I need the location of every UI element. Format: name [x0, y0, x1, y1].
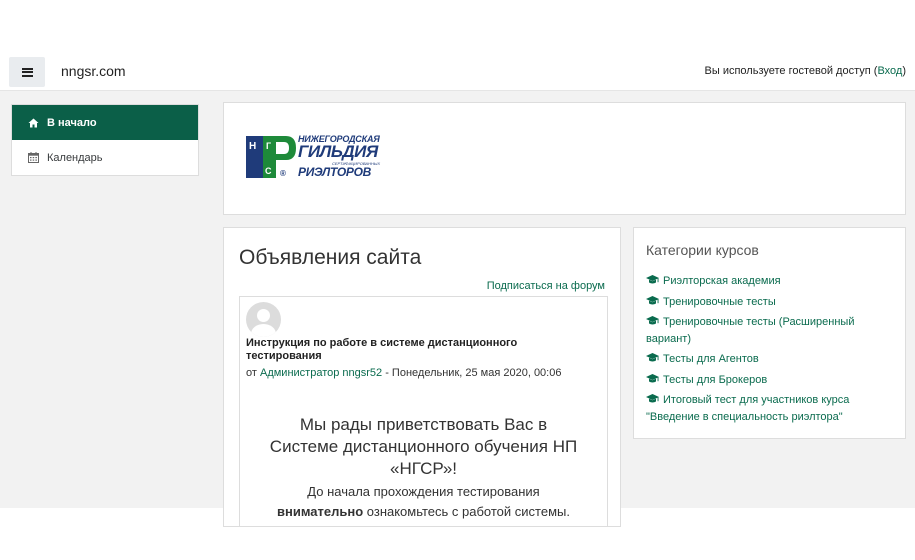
post-meta: от Администратор nngsr52 - Понедельник, … [246, 367, 561, 379]
category-label: Тесты для Брокеров [663, 373, 768, 386]
graduation-cap-icon [646, 394, 659, 403]
login-link[interactable]: Вход [877, 65, 902, 77]
guild-logo[interactable]: Н Г С ® НИЖЕГОРОДСКАЯ ГИЛЬДИЯ СЕРТИФИЦИР… [246, 134, 396, 182]
category-label: Тренировочные тесты [663, 295, 776, 308]
guest-text-close: ) [902, 65, 906, 77]
category-link[interactable]: Риэлторская академия [646, 273, 896, 290]
home-icon [28, 118, 40, 128]
forum-post: Инструкция по работе в системе дистанцио… [239, 296, 608, 526]
svg-text:®: ® [280, 169, 286, 178]
post-body-bold: внимательно [277, 504, 364, 519]
site-logo-card: Н Г С ® НИЖЕГОРОДСКАЯ ГИЛЬДИЯ СЕРТИФИЦИР… [223, 102, 906, 215]
post-body-line: внимательно ознакомьтесь с работой систе… [248, 504, 599, 520]
category-label: Тесты для Агентов [663, 353, 759, 365]
course-categories-title: Категории курсов [646, 242, 759, 258]
logo-text-line2: ГИЛЬДИЯ [298, 142, 378, 161]
guild-logo-mark-icon: Н Г С ® [246, 136, 296, 178]
site-name[interactable]: nngsr.com [61, 63, 126, 79]
graduation-cap-icon [646, 275, 659, 284]
hamburger-icon [21, 67, 33, 77]
post-author-link[interactable]: Администратор nngsr52 [260, 367, 382, 379]
calendar-icon [28, 152, 40, 163]
post-body-line: До начала прохождения тестирования [307, 484, 540, 499]
graduation-cap-icon [646, 353, 659, 362]
category-label: Тренировочные тесты (Расширенный вариант… [646, 316, 855, 345]
drawer-nav-list: В начало Календарь [11, 104, 199, 176]
site-news-card: Объявления сайта Подписаться на форум Ин… [223, 227, 621, 527]
user-body-icon [251, 324, 276, 337]
nav-item-label: В начало [47, 116, 97, 129]
avatar [246, 302, 281, 337]
nav-item-calendar[interactable]: Календарь [12, 140, 198, 175]
post-body-line: Мы рады приветствовать Вас в [299, 415, 548, 434]
graduation-cap-icon [646, 373, 659, 382]
category-link[interactable]: Тренировочные тесты [646, 294, 896, 311]
guest-text: Вы используете гостевой доступ ( [704, 65, 878, 77]
subscribe-forum-link[interactable]: Подписаться на форум [487, 280, 605, 292]
svg-text:Г: Г [266, 141, 271, 151]
nav-item-label: Календарь [47, 151, 103, 164]
graduation-cap-icon [646, 295, 659, 304]
post-body-line: Системе дистанционного обучения НП «НГСР… [269, 437, 578, 478]
category-link[interactable]: Тренировочные тесты (Расширенный вариант… [646, 314, 896, 347]
category-label: Риэлторская академия [663, 275, 781, 287]
user-head-icon [257, 309, 270, 322]
category-link[interactable]: Тесты для Агентов [646, 351, 896, 368]
graduation-cap-icon [646, 316, 659, 325]
site-news-title: Объявления сайта [239, 246, 422, 269]
svg-text:Н: Н [249, 141, 256, 152]
category-link[interactable]: Тесты для Брокеров [646, 372, 896, 389]
course-categories-card: Категории курсов Риэлторская академия Тр… [633, 227, 906, 439]
nav-item-home[interactable]: В начало [12, 105, 198, 140]
nav-drawer: В начало Календарь [0, 91, 212, 508]
category-label: Итоговый тест для участников курса "Введ… [646, 394, 850, 423]
category-list: Риэлторская академия Тренировочные тесты… [646, 273, 896, 429]
guest-access-notice: Вы используете гостевой доступ (Вход) [705, 65, 906, 77]
post-body-rest: ознакомьтесь с работой системы. [363, 504, 570, 519]
post-body: Мы рады приветствовать Вас в Системе дис… [248, 414, 599, 520]
main-region: Н Г С ® НИЖЕГОРОДСКАЯ ГИЛЬДИЯ СЕРТИФИЦИР… [212, 91, 915, 527]
post-by: от [246, 367, 260, 379]
svg-text:С: С [265, 166, 272, 176]
top-navbar: nngsr.com Вы используете гостевой доступ… [0, 52, 915, 91]
menu-toggle-button[interactable] [9, 57, 45, 87]
category-link[interactable]: Итоговый тест для участников курса "Введ… [646, 392, 896, 425]
logo-text-line4: РИЭЛТОРОВ [298, 165, 372, 179]
post-subject[interactable]: Инструкция по работе в системе дистанцио… [246, 337, 566, 363]
post-date: - Понедельник, 25 мая 2020, 00:06 [382, 367, 562, 379]
